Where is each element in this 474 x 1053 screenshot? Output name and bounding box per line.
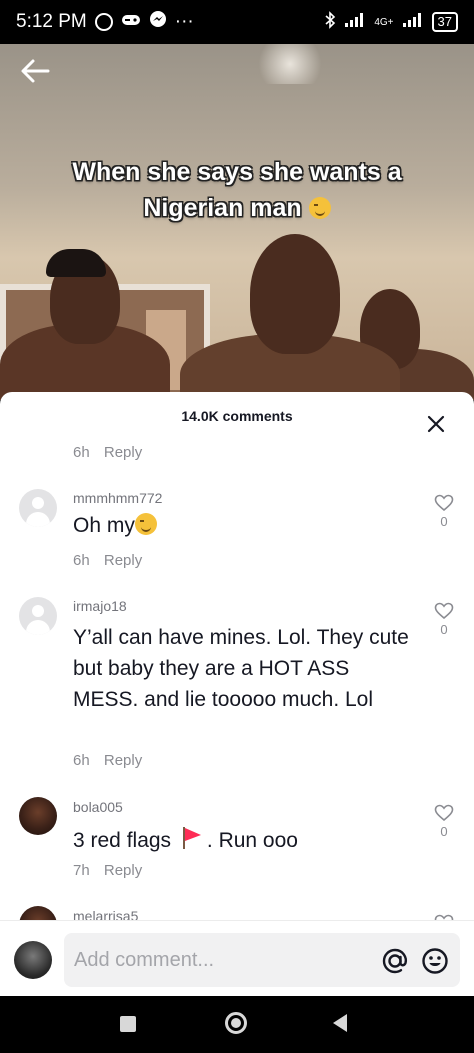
caption-line-2: Nigerian man <box>0 190 474 226</box>
like-count: 0 <box>440 824 448 839</box>
like-button[interactable]: 0 <box>433 804 455 839</box>
like-button[interactable]: 0 <box>433 494 455 529</box>
close-icon <box>427 415 445 433</box>
comment-time: 7h <box>73 862 90 879</box>
status-left: 5:12 PM ··· <box>16 10 194 34</box>
heart-icon <box>434 602 454 620</box>
heart-icon <box>434 494 454 512</box>
red-flag-emoji <box>182 827 201 849</box>
avatar[interactable] <box>19 597 57 635</box>
mention-button[interactable] <box>380 946 410 976</box>
like-count: 0 <box>440 622 448 637</box>
caption-line-1: When she says she wants a <box>72 158 402 186</box>
comment-username[interactable]: mmmhmm772 <box>73 490 162 506</box>
sweat-smile-emoji <box>308 197 331 219</box>
home-button[interactable] <box>225 1012 247 1034</box>
reply-button[interactable]: Reply <box>104 552 142 569</box>
comment-text: Y’all can have mines. Lol. They cute but… <box>73 626 409 711</box>
comment-text-content: Oh my <box>73 514 135 537</box>
comment-meta: 7h Reply <box>73 862 142 879</box>
video-player[interactable]: When she says she wants a Nigerian man <box>0 44 474 400</box>
more-notifications-icon: ··· <box>174 11 194 32</box>
reply-button[interactable]: Reply <box>104 752 142 769</box>
comment-input[interactable] <box>74 943 364 977</box>
network-type-label: 4G+ <box>374 16 394 28</box>
comment-username[interactable]: bola005 <box>73 799 123 815</box>
whatsapp-icon <box>94 13 113 31</box>
status-right: 4G+ 37 <box>324 11 458 33</box>
caption-line-2-text: Nigerian man <box>143 194 302 222</box>
bluetooth-icon <box>324 11 336 33</box>
comment-text-before: 3 red flags <box>73 829 172 852</box>
heart-icon <box>434 804 454 822</box>
at-sign-icon <box>382 948 408 974</box>
emoji-button[interactable] <box>420 946 450 976</box>
like-count: 0 <box>440 514 448 529</box>
back-arrow-icon <box>21 59 50 83</box>
comment-text: Oh my <box>73 510 418 541</box>
person-center-head <box>250 234 340 354</box>
messenger-icon <box>149 10 167 34</box>
signal-icon-2 <box>402 12 424 32</box>
comments-header: 14.0K comments <box>0 392 474 442</box>
signal-icon <box>344 12 366 32</box>
comment-username[interactable]: irmajo18 <box>73 598 127 614</box>
comment-text-after: . Run ooo <box>206 829 298 852</box>
status-time: 5:12 PM <box>16 11 87 32</box>
comments-count-title: 14.0K comments <box>181 408 293 424</box>
current-user-avatar <box>14 941 52 979</box>
comment-input-box[interactable] <box>64 933 460 987</box>
close-comments-button[interactable] <box>426 414 448 436</box>
comment-time: 6h <box>73 552 90 569</box>
smiley-icon <box>422 948 448 974</box>
avatar[interactable] <box>19 797 57 835</box>
comment-meta: 6h Reply <box>73 752 142 769</box>
previous-comment-meta: 6h Reply <box>73 444 142 461</box>
comment-text: 3 red flags . Run ooo <box>73 825 418 856</box>
video-caption: When she says she wants a Nigerian man <box>0 154 474 226</box>
reply-button[interactable]: Reply <box>104 444 142 461</box>
comment-item: bola005 3 red flags . Run ooo 7h Reply 0 <box>0 796 474 896</box>
comment-meta: 6h Reply <box>73 552 142 569</box>
comment-time: 6h <box>73 752 90 769</box>
system-back-button[interactable] <box>333 1014 347 1032</box>
back-button[interactable] <box>20 58 60 88</box>
comment-item: mmmhmm772 Oh my 6h Reply 0 <box>0 486 474 586</box>
recent-apps-button[interactable] <box>120 1016 136 1032</box>
like-button[interactable]: 0 <box>433 602 455 637</box>
system-navigation-bar <box>0 996 474 1053</box>
game-controller-icon <box>121 11 141 33</box>
durag <box>46 249 106 277</box>
comment-item: irmajo18 Y’all can have mines. Lol. They… <box>0 594 474 784</box>
ceiling-light <box>250 44 330 84</box>
avatar[interactable] <box>19 489 57 527</box>
reply-button[interactable]: Reply <box>104 862 142 879</box>
battery-indicator: 37 <box>431 12 458 32</box>
smirk-emoji <box>134 513 157 535</box>
comments-sheet: 14.0K comments 6h Reply mmmhmm772 Oh my … <box>0 392 474 996</box>
comment-input-bar <box>0 920 474 996</box>
comment-time: 6h <box>73 444 90 461</box>
status-bar: 5:12 PM ··· 4G+ 37 <box>0 0 474 44</box>
